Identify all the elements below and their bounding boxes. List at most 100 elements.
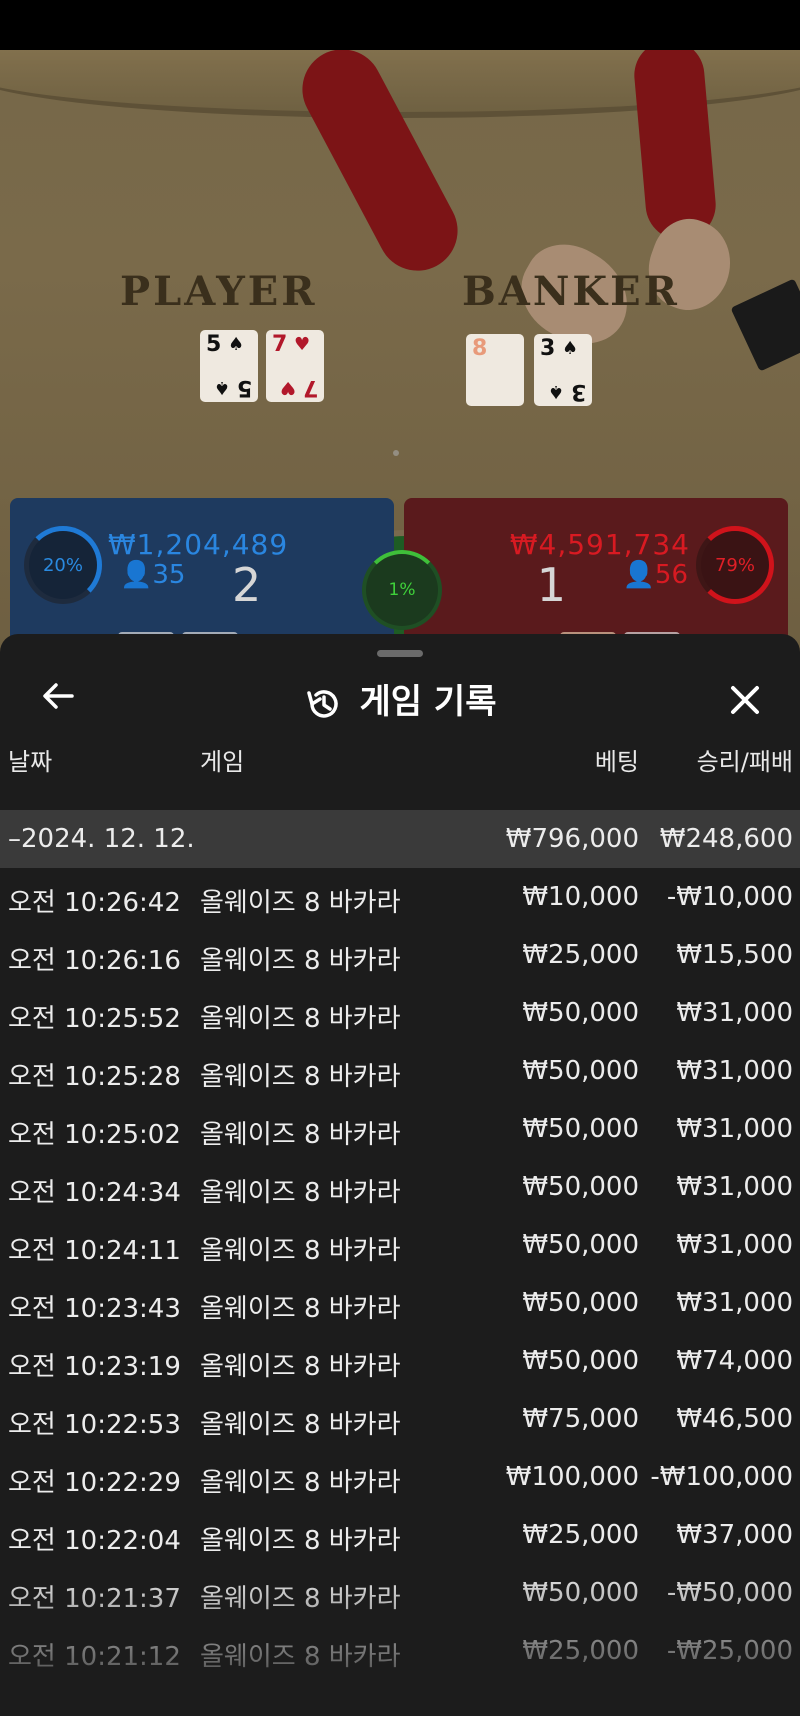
round-time: 오전 10:24:11: [8, 1236, 181, 1266]
round-time: 오전 10:23:43: [8, 1294, 181, 1324]
bet-amount: ₩75,000: [522, 1404, 639, 1434]
round-time: 오전 10:23:19: [8, 1352, 181, 1382]
history-row[interactable]: 오전 10:25:02 올웨이즈 8 바카라 ₩50,000 ₩31,000: [0, 1100, 800, 1158]
banker-bettor-count: 👤56: [622, 560, 688, 590]
banker-percent: 79%: [714, 554, 755, 576]
history-row[interactable]: 오전 10:22:04 올웨이즈 8 바카라 ₩25,000 ₩37,000: [0, 1506, 800, 1564]
game-name: 올웨이즈 8 바카라: [200, 1294, 401, 1324]
sheet-title: 게임 기록: [0, 674, 800, 723]
summary-bet-total: ₩796,000: [505, 824, 639, 854]
win-loss-amount: ₩15,500: [676, 940, 793, 970]
banker-table-label: BANKER: [462, 268, 680, 315]
win-loss-amount: ₩37,000: [676, 1520, 793, 1550]
close-icon: [731, 686, 759, 714]
win-loss-amount: ₩31,000: [676, 1288, 793, 1318]
history-row[interactable]: 오전 10:22:29 올웨이즈 8 바카라 ₩100,000 -₩100,000: [0, 1448, 800, 1506]
win-loss-amount: ₩31,000: [676, 1172, 793, 1202]
player-card-2: 7 ♥ 7 ♥: [266, 330, 324, 402]
round-time: 오전 10:25:02: [8, 1120, 181, 1150]
player-bet-total: ₩1,204,489: [108, 528, 289, 561]
game-name: 올웨이즈 8 바카라: [200, 1236, 401, 1266]
win-loss-amount: -₩25,000: [666, 1636, 793, 1666]
column-header-result: 승리/패배: [696, 748, 793, 776]
bet-amount: ₩50,000: [522, 1056, 639, 1086]
bet-amount: ₩50,000: [522, 998, 639, 1028]
game-name: 올웨이즈 8 바카라: [200, 888, 401, 918]
banker-card-1: 8: [466, 334, 524, 406]
round-time: 오전 10:22:53: [8, 1410, 181, 1440]
player-percent: 20%: [42, 554, 83, 576]
history-icon: [306, 689, 338, 718]
round-time: 오전 10:25:52: [8, 1004, 181, 1034]
bet-amount: ₩100,000: [505, 1462, 639, 1492]
history-row[interactable]: 오전 10:23:43 올웨이즈 8 바카라 ₩50,000 ₩31,000: [0, 1274, 800, 1332]
round-time: 오전 10:21:37: [8, 1584, 181, 1614]
history-row[interactable]: 오전 10:21:12 올웨이즈 8 바카라 ₩25,000 -₩25,000: [0, 1622, 800, 1680]
banker-percent-ring: 79%: [696, 526, 774, 604]
bet-amount: ₩50,000: [522, 1230, 639, 1260]
tie-percent: 1%: [388, 580, 416, 600]
game-name: 올웨이즈 8 바카라: [200, 1526, 401, 1556]
person-icon: 👤: [622, 560, 655, 590]
win-loss-amount: ₩31,000: [676, 1114, 793, 1144]
bet-amount: ₩50,000: [522, 1288, 639, 1318]
game-name: 올웨이즈 8 바카라: [200, 1352, 401, 1382]
column-header-date: 날짜: [8, 748, 53, 776]
history-row[interactable]: 오전 10:24:34 올웨이즈 8 바카라 ₩50,000 ₩31,000: [0, 1158, 800, 1216]
game-name: 올웨이즈 8 바카라: [200, 1120, 401, 1150]
history-row[interactable]: 오전 10:24:11 올웨이즈 8 바카라 ₩50,000 ₩31,000: [0, 1216, 800, 1274]
player-bettor-count: 👤35: [120, 560, 186, 590]
bet-amount: ₩50,000: [522, 1114, 639, 1144]
win-loss-amount: -₩100,000: [650, 1462, 793, 1492]
history-row[interactable]: 오전 10:26:16 올웨이즈 8 바카라 ₩25,000 ₩15,500: [0, 926, 800, 984]
history-row[interactable]: 오전 10:23:19 올웨이즈 8 바카라 ₩50,000 ₩74,000: [0, 1332, 800, 1390]
player-card-1: 5 ♠ 5 ♠: [200, 330, 258, 402]
bet-amount: ₩50,000: [522, 1346, 639, 1376]
bet-amount: ₩25,000: [522, 1636, 639, 1666]
history-list[interactable]: –2024. 12. 12. ₩796,000 ₩248,600 오전 10:2…: [0, 810, 800, 1680]
date-summary-row[interactable]: –2024. 12. 12. ₩796,000 ₩248,600: [0, 810, 800, 868]
bet-amount: ₩50,000: [522, 1172, 639, 1202]
round-time: 오전 10:22:04: [8, 1526, 181, 1556]
banker-score: 1: [536, 558, 566, 612]
banker-card-2: 3 ♠ 3 ♠: [534, 334, 592, 406]
round-time: 오전 10:21:12: [8, 1642, 181, 1672]
banker-bet-total: ₩4,591,734: [509, 528, 690, 561]
history-row[interactable]: 오전 10:21:37 올웨이즈 8 바카라 ₩50,000 -₩50,000: [0, 1564, 800, 1622]
game-name: 올웨이즈 8 바카라: [200, 1004, 401, 1034]
close-button[interactable]: [720, 676, 770, 726]
win-loss-amount: ₩46,500: [676, 1404, 793, 1434]
win-loss-amount: ₩31,000: [676, 998, 793, 1028]
history-row[interactable]: 오전 10:25:28 올웨이즈 8 바카라 ₩50,000 ₩31,000: [0, 1042, 800, 1100]
person-icon: 👤: [120, 560, 153, 590]
game-name: 올웨이즈 8 바카라: [200, 1178, 401, 1208]
win-loss-amount: ₩31,000: [676, 1230, 793, 1260]
game-name: 올웨이즈 8 바카라: [200, 1642, 401, 1672]
game-name: 올웨이즈 8 바카라: [200, 1468, 401, 1498]
bet-amount: ₩50,000: [522, 1578, 639, 1608]
game-name: 올웨이즈 8 바카라: [200, 1584, 401, 1614]
column-header-bet: 베팅: [594, 748, 639, 776]
game-name: 올웨이즈 8 바카라: [200, 1410, 401, 1440]
sheet-drag-handle[interactable]: [377, 650, 423, 657]
round-time: 오전 10:22:29: [8, 1468, 181, 1498]
bet-amount: ₩25,000: [522, 1520, 639, 1550]
game-name: 올웨이즈 8 바카라: [200, 1062, 401, 1092]
history-row[interactable]: 오전 10:22:53 올웨이즈 8 바카라 ₩75,000 ₩46,500: [0, 1390, 800, 1448]
bet-amount: ₩10,000: [522, 882, 639, 912]
card-shoe: [730, 278, 800, 372]
video-indicator-dot: [393, 450, 399, 456]
history-row[interactable]: 오전 10:25:52 올웨이즈 8 바카라 ₩50,000 ₩31,000: [0, 984, 800, 1042]
game-name: 올웨이즈 8 바카라: [200, 946, 401, 976]
round-time: 오전 10:24:34: [8, 1178, 181, 1208]
game-history-sheet: 게임 기록 날짜 게임 베팅 승리/패배 –2024. 12. 12. ₩796…: [0, 634, 800, 1716]
player-score: 2: [232, 558, 262, 612]
history-row[interactable]: 오전 10:26:42 올웨이즈 8 바카라 ₩10,000 -₩10,000: [0, 868, 800, 926]
win-loss-amount: ₩31,000: [676, 1056, 793, 1086]
summary-result-total: ₩248,600: [659, 824, 793, 854]
player-percent-ring: 20%: [24, 526, 102, 604]
win-loss-amount: -₩10,000: [666, 882, 793, 912]
bet-amount: ₩25,000: [522, 940, 639, 970]
status-bar: [0, 0, 800, 50]
column-header-game: 게임: [200, 748, 245, 776]
